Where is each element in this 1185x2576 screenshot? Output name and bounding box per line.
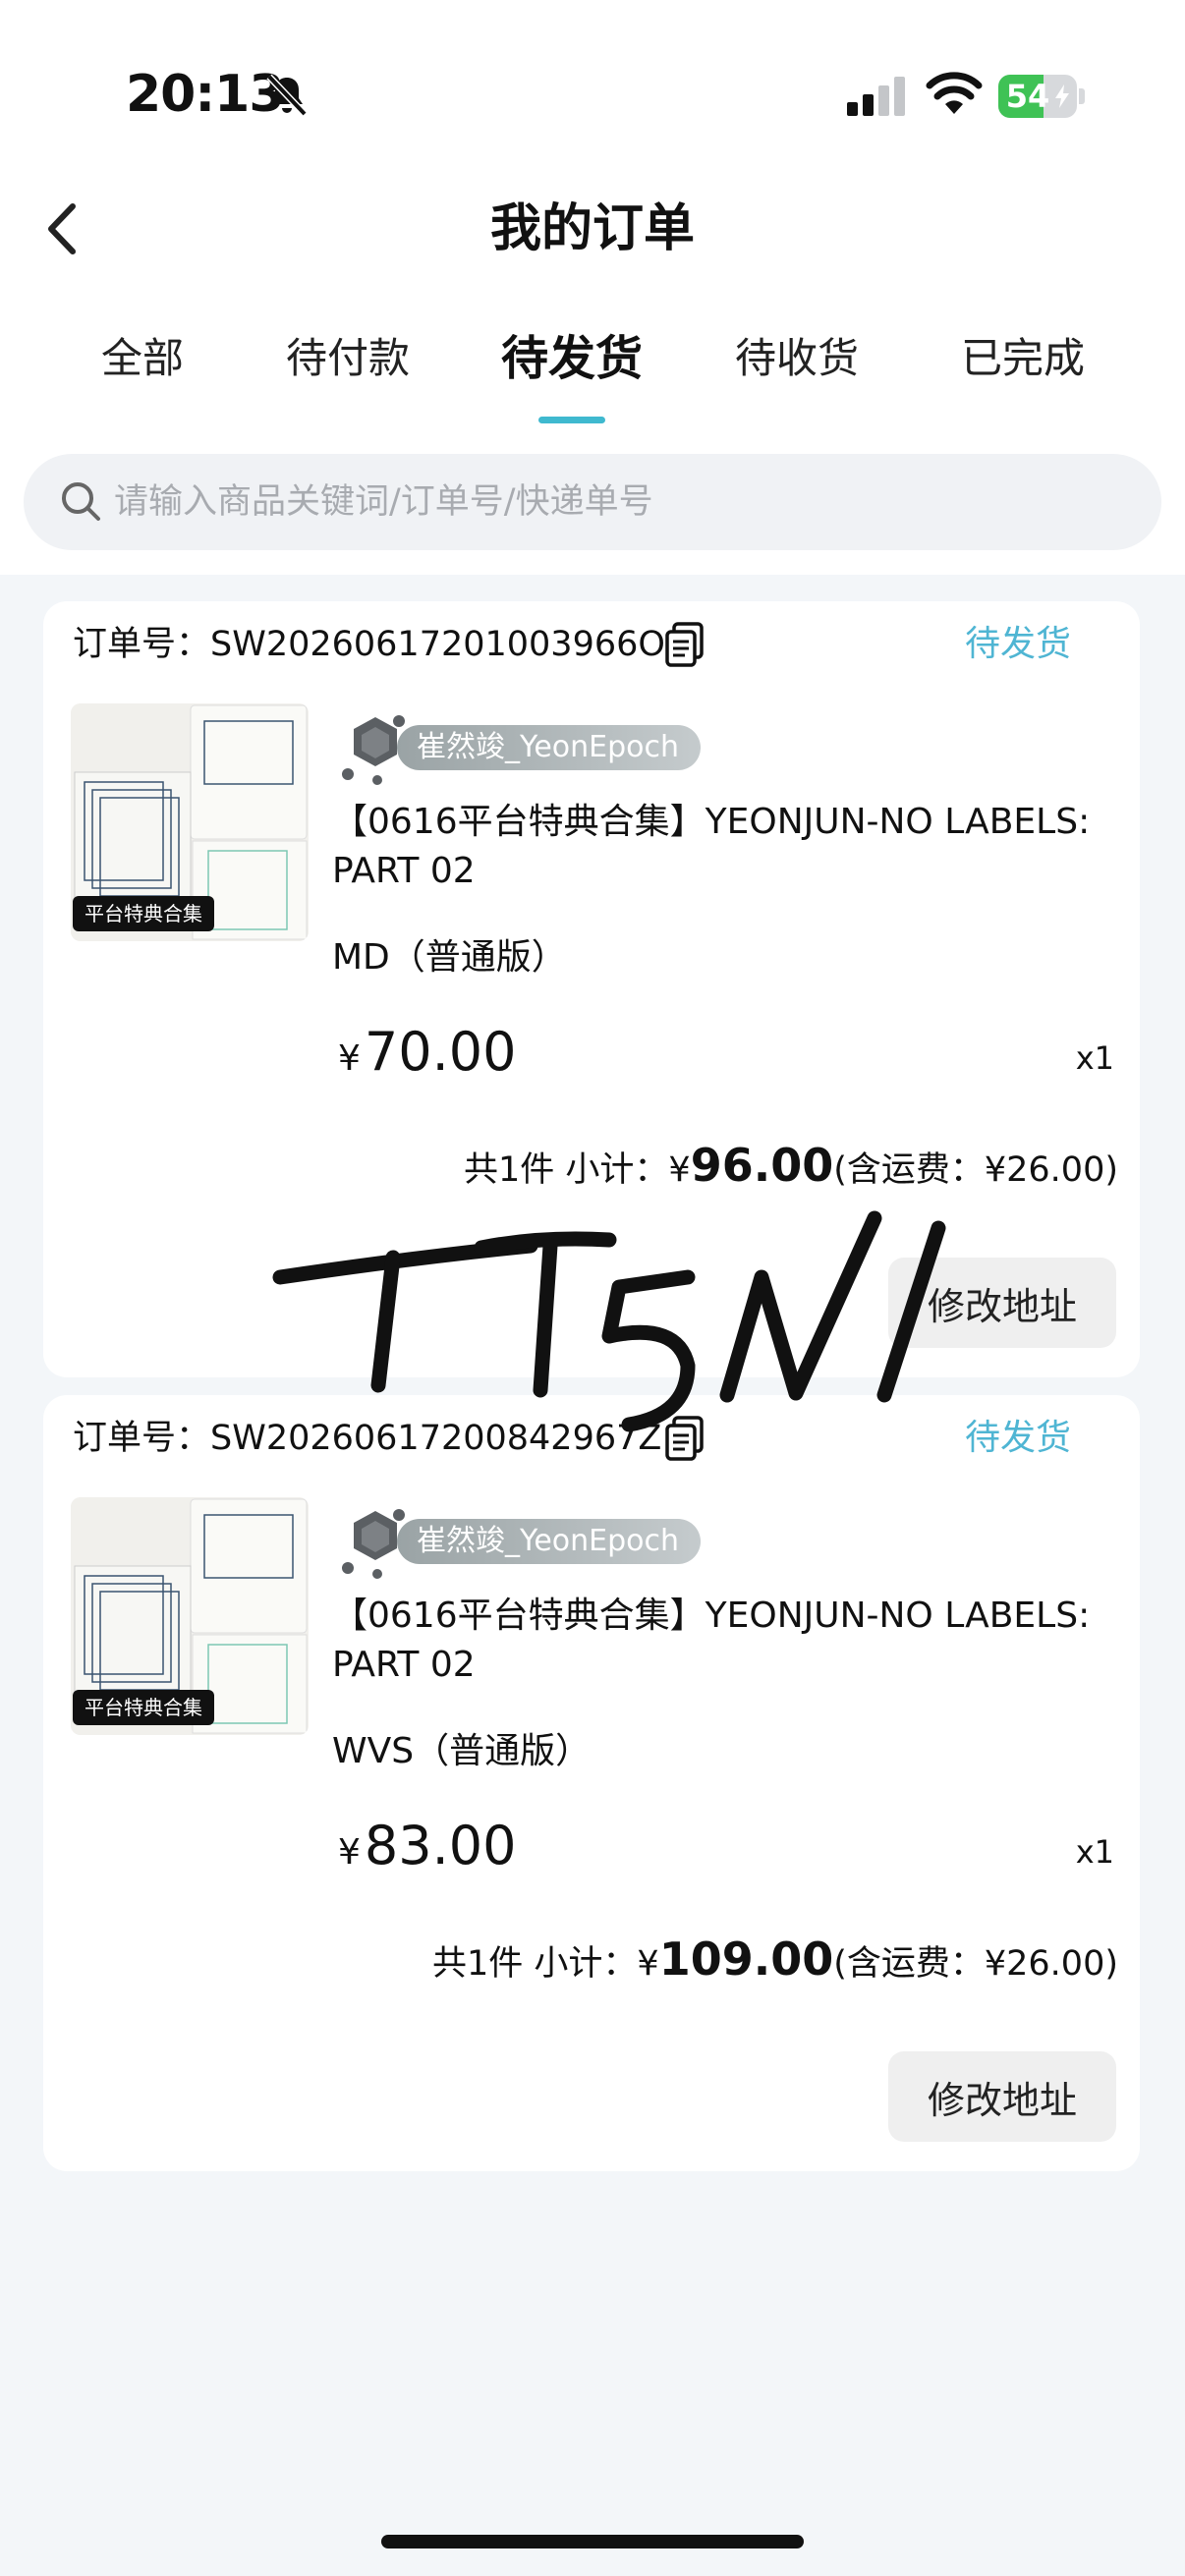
item-count-label: 共1件 小计：¥: [464, 1150, 691, 1190]
thumbnail-badge: 平台特典合集: [73, 1690, 214, 1725]
shop-name-badge[interactable]: 崔然竣_YeonEpoch: [397, 1519, 702, 1564]
active-tab-indicator: [538, 417, 605, 423]
tab-pending-payment[interactable]: 待付款: [286, 324, 410, 393]
order-card: 订单号：SW20260617200842967Z 待发货 平台特典合集 崔然竣_…: [43, 1395, 1140, 2171]
thumbnail-badge: 平台特典合集: [73, 896, 214, 931]
charging-bolt-icon: [1055, 84, 1069, 108]
product-variant: MD（普通版）: [332, 937, 567, 978]
header-area: 20:13 54 我的订单 全部 待付款 待发货 待收货 已完成: [0, 0, 1185, 575]
product-thumbnail[interactable]: 平台特典合集: [71, 703, 309, 941]
copy-icon[interactable]: [664, 621, 705, 668]
subtotal-amount: 96.00: [690, 1139, 834, 1192]
order-status: 待发货: [964, 624, 1071, 664]
quantity: x1: [1075, 1833, 1114, 1871]
product-variant: WVS（普通版）: [332, 1731, 592, 1771]
tab-completed[interactable]: 已完成: [961, 324, 1085, 393]
cellular-signal-icon: [847, 77, 905, 116]
currency-symbol: ¥: [338, 1038, 361, 1079]
tab-all[interactable]: 全部: [101, 324, 184, 393]
wifi-icon: [926, 72, 983, 114]
item-count-label: 共1件 小计：¥: [432, 1944, 659, 1984]
unit-price: ¥83.00: [338, 1812, 517, 1893]
copy-icon[interactable]: [664, 1415, 705, 1462]
product-name[interactable]: 【0616平台特典合集】YEONJUN-NO LABELS: PART 02: [332, 798, 1118, 896]
order-number: 订单号：SW20260617201003966O: [73, 625, 665, 664]
shop-name-badge[interactable]: 崔然竣_YeonEpoch: [397, 725, 702, 770]
battery-tip: [1079, 88, 1085, 104]
tab-pending-shipment[interactable]: 待发货: [501, 324, 643, 393]
search-icon: [62, 482, 100, 521]
order-summary: 共1件 小计：¥96.00(含运费：¥26.00): [464, 1136, 1118, 1200]
order-number: 订单号：SW20260617200842967Z: [73, 1419, 662, 1458]
shop-logo-icon: [342, 1509, 405, 1579]
modify-address-button[interactable]: 修改地址: [888, 1258, 1116, 1348]
quantity: x1: [1075, 1039, 1114, 1077]
price-amount: 70.00: [364, 1021, 517, 1083]
order-summary: 共1件 小计：¥109.00(含运费：¥26.00): [432, 1930, 1118, 1993]
bell-muted-icon: [266, 74, 308, 117]
status-time: 20:13: [126, 65, 285, 124]
product-thumbnail[interactable]: 平台特典合集: [71, 1497, 309, 1735]
shop-logo-icon: [342, 715, 405, 785]
home-indicator: [381, 2535, 804, 2548]
unit-price: ¥70.00: [338, 1018, 517, 1099]
order-status: 待发货: [964, 1418, 1071, 1458]
battery-level: 54: [1005, 78, 1050, 115]
battery-indicator: 54: [998, 75, 1077, 118]
product-name[interactable]: 【0616平台特典合集】YEONJUN-NO LABELS: PART 02: [332, 1592, 1118, 1690]
subtotal-amount: 109.00: [658, 1932, 834, 1986]
page-title: 我的订单: [489, 199, 695, 258]
modify-address-button[interactable]: 修改地址: [888, 2051, 1116, 2142]
order-card: 订单号：SW20260617201003966O 待发货 平台特典合集 崔然竣_…: [43, 601, 1140, 1377]
search-bar[interactable]: [24, 454, 1161, 550]
search-input[interactable]: [114, 472, 1126, 532]
shipping-fee: (含运费：¥26.00): [833, 1150, 1118, 1190]
tab-pending-receipt[interactable]: 待收货: [735, 324, 859, 393]
price-amount: 83.00: [364, 1815, 517, 1876]
currency-symbol: ¥: [338, 1832, 361, 1873]
shipping-fee: (含运费：¥26.00): [833, 1944, 1118, 1984]
